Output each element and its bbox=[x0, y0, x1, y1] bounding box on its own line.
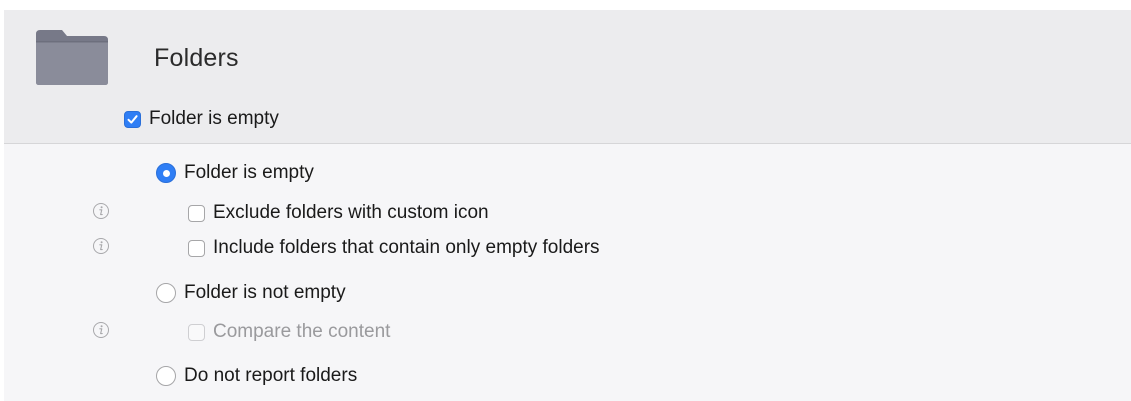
radio-do-not-report-row[interactable]: Do not report folders bbox=[156, 365, 357, 387]
radio-do-not-report[interactable] bbox=[156, 366, 176, 386]
checkbox-exclude-custom-icon[interactable] bbox=[188, 204, 205, 222]
checkbox-include-only-empty[interactable] bbox=[188, 239, 205, 257]
radio-folder-is-not-empty-label: Folder is not empty bbox=[184, 282, 346, 303]
folders-panel: Folders Folder is empty Folder is empty … bbox=[4, 10, 1131, 401]
radio-folder-is-not-empty-row[interactable]: Folder is not empty bbox=[156, 282, 346, 304]
info-icon[interactable] bbox=[92, 237, 110, 255]
checkbox-compare-content-row: Compare the content bbox=[188, 321, 390, 343]
checkmark-icon bbox=[127, 114, 138, 124]
folder-empty-header-checkbox-row[interactable]: Folder is empty bbox=[124, 108, 279, 130]
section-title: Folders bbox=[154, 44, 239, 72]
radio-do-not-report-label: Do not report folders bbox=[184, 365, 358, 386]
folder-empty-header-checkbox[interactable] bbox=[124, 110, 141, 128]
radio-folder-is-empty[interactable] bbox=[156, 163, 176, 183]
info-icon[interactable] bbox=[92, 321, 110, 339]
checkbox-compare-content bbox=[188, 323, 205, 341]
checkbox-exclude-custom-icon-label: Exclude folders with custom icon bbox=[213, 202, 489, 223]
info-icon[interactable] bbox=[92, 202, 110, 220]
checkbox-include-only-empty-row[interactable]: Include folders that contain only empty … bbox=[188, 237, 600, 259]
radio-folder-is-empty-label: Folder is empty bbox=[184, 162, 314, 183]
checkbox-include-only-empty-label: Include folders that contain only empty … bbox=[213, 237, 600, 258]
checkbox-exclude-custom-icon-row[interactable]: Exclude folders with custom icon bbox=[188, 202, 489, 224]
checkbox-compare-content-label: Compare the content bbox=[213, 321, 391, 342]
radio-folder-is-empty-row[interactable]: Folder is empty bbox=[156, 162, 314, 184]
folders-header: Folders Folder is empty bbox=[4, 10, 1131, 144]
radio-folder-is-not-empty[interactable] bbox=[156, 283, 176, 303]
folder-icon bbox=[36, 30, 108, 85]
folder-empty-header-label: Folder is empty bbox=[149, 108, 279, 129]
